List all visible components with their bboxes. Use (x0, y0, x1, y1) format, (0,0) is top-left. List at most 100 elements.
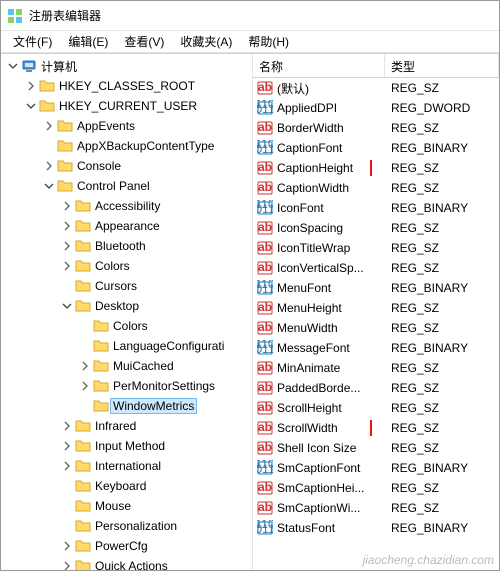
value-name-label: MenuHeight (277, 301, 342, 315)
chevron-right-icon[interactable] (59, 238, 75, 254)
tree-item[interactable]: Mouse (1, 496, 252, 516)
chevron-down-icon[interactable] (59, 298, 75, 314)
folder-icon (39, 78, 55, 94)
list-row[interactable]: StatusFontREG_BINARY (253, 518, 499, 538)
chevron-down-icon[interactable] (41, 178, 57, 194)
list-row[interactable]: (默认)REG_SZ (253, 78, 499, 98)
value-type-cell: REG_SZ (385, 401, 499, 415)
menu-item[interactable]: 编辑(E) (60, 31, 116, 52)
chevron-right-icon[interactable] (41, 158, 57, 174)
tree-item[interactable]: Input Method (1, 436, 252, 456)
chevron-right-icon[interactable] (59, 198, 75, 214)
chevron-right-icon[interactable] (59, 218, 75, 234)
value-type-cell: REG_BINARY (385, 521, 499, 535)
tree-item[interactable]: AppXBackupContentType (1, 136, 252, 156)
folder-icon (75, 298, 91, 314)
tree-item-label: PerMonitorSettings (113, 378, 215, 394)
tree-item[interactable]: International (1, 456, 252, 476)
tree-item[interactable]: Quick Actions (1, 556, 252, 570)
tree-item[interactable]: Desktop (1, 296, 252, 316)
folder-icon (75, 478, 91, 494)
list-row[interactable]: IconSpacingREG_SZ (253, 218, 499, 238)
tree-item[interactable]: Console (1, 156, 252, 176)
chevron-right-icon[interactable] (59, 458, 75, 474)
chevron-right-icon[interactable] (77, 378, 93, 394)
tree-item[interactable]: Colors (1, 256, 252, 276)
chevron-right-icon[interactable] (59, 258, 75, 274)
chevron-right-icon[interactable] (59, 538, 75, 554)
list-row[interactable]: BorderWidthREG_SZ (253, 118, 499, 138)
tree-item[interactable]: Personalization (1, 516, 252, 536)
list-row[interactable]: IconVerticalSp...REG_SZ (253, 258, 499, 278)
list-row[interactable]: MessageFontREG_BINARY (253, 338, 499, 358)
menu-item[interactable]: 收藏夹(A) (172, 31, 240, 52)
tree-item[interactable]: HKEY_CURRENT_USER (1, 96, 252, 116)
menu-item[interactable]: 文件(F) (5, 31, 60, 52)
list-row[interactable]: Shell Icon SizeREG_SZ (253, 438, 499, 458)
chevron-right-icon[interactable] (41, 118, 57, 134)
value-name-label: SmCaptionWi... (277, 501, 360, 515)
tree-item[interactable]: Keyboard (1, 476, 252, 496)
list-row[interactable]: MenuWidthREG_SZ (253, 318, 499, 338)
list-row[interactable]: ScrollHeightREG_SZ (253, 398, 499, 418)
value-name-cell: MenuHeight (253, 300, 385, 316)
expander-none (77, 338, 93, 354)
list-row[interactable]: CaptionFontREG_BINARY (253, 138, 499, 158)
tree-item[interactable]: MuiCached (1, 356, 252, 376)
list-row[interactable]: IconFontREG_BINARY (253, 198, 499, 218)
chevron-right-icon[interactable] (59, 558, 75, 570)
tree-item[interactable]: Accessibility (1, 196, 252, 216)
chevron-right-icon[interactable] (77, 358, 93, 374)
tree-item[interactable]: PowerCfg (1, 536, 252, 556)
string-value-icon (257, 240, 273, 256)
tree-item[interactable]: LanguageConfigurati (1, 336, 252, 356)
value-type-cell: REG_SZ (385, 421, 499, 435)
list-row[interactable]: MenuHeightREG_SZ (253, 298, 499, 318)
list-row[interactable]: PaddedBorde...REG_SZ (253, 378, 499, 398)
tree-item[interactable]: Cursors (1, 276, 252, 296)
string-value-icon (257, 260, 273, 276)
list-row[interactable]: AppliedDPIREG_DWORD (253, 98, 499, 118)
list-row[interactable]: IconTitleWrapREG_SZ (253, 238, 499, 258)
folder-icon (75, 538, 91, 554)
expander-none (59, 278, 75, 294)
tree-item[interactable]: Bluetooth (1, 236, 252, 256)
list-row[interactable]: CaptionWidthREG_SZ (253, 178, 499, 198)
column-header-type[interactable]: 类型 (385, 54, 499, 77)
chevron-right-icon[interactable] (59, 438, 75, 454)
tree-item[interactable]: PerMonitorSettings (1, 376, 252, 396)
chevron-right-icon[interactable] (59, 418, 75, 434)
tree-panel[interactable]: 计算机HKEY_CLASSES_ROOT HKEY_CURRENT_USER App… (1, 54, 253, 570)
list-row[interactable]: SmCaptionWi...REG_SZ (253, 498, 499, 518)
string-value-icon (257, 80, 273, 96)
string-value-icon (257, 500, 273, 516)
tree-item-label: MuiCached (113, 358, 174, 374)
chevron-right-icon[interactable] (23, 78, 39, 94)
menu-item[interactable]: 帮助(H) (240, 31, 297, 52)
tree-item-label: International (95, 458, 161, 474)
string-value-icon (257, 480, 273, 496)
tree-item[interactable]: 计算机 (1, 56, 252, 76)
string-value-icon (257, 400, 273, 416)
column-header-name[interactable]: 名称 (253, 54, 385, 77)
list-body[interactable]: (默认)REG_SZAppliedDPIREG_DWORDBorderWidth… (253, 78, 499, 570)
list-row[interactable]: MenuFontREG_BINARY (253, 278, 499, 298)
tree-item-label: HKEY_CURRENT_USER (59, 98, 197, 114)
chevron-down-icon[interactable] (5, 58, 21, 74)
list-row[interactable]: CaptionHeightREG_SZ (253, 158, 499, 178)
chevron-down-icon[interactable] (23, 98, 39, 114)
list-row[interactable]: SmCaptionFontREG_BINARY (253, 458, 499, 478)
tree-item-label: WindowMetrics (110, 398, 197, 414)
value-name-cell: MenuFont (253, 280, 385, 296)
tree-item[interactable]: Colors (1, 316, 252, 336)
list-row[interactable]: MinAnimateREG_SZ (253, 358, 499, 378)
tree-item[interactable]: WindowMetrics (1, 396, 252, 416)
tree-item[interactable]: Control Panel (1, 176, 252, 196)
list-row[interactable]: SmCaptionHei...REG_SZ (253, 478, 499, 498)
tree-item[interactable]: AppEvents (1, 116, 252, 136)
tree-item[interactable]: Infrared (1, 416, 252, 436)
list-row[interactable]: ScrollWidthREG_SZ (253, 418, 499, 438)
tree-item[interactable]: HKEY_CLASSES_ROOT (1, 76, 252, 96)
tree-item[interactable]: Appearance (1, 216, 252, 236)
menu-item[interactable]: 查看(V) (116, 31, 172, 52)
